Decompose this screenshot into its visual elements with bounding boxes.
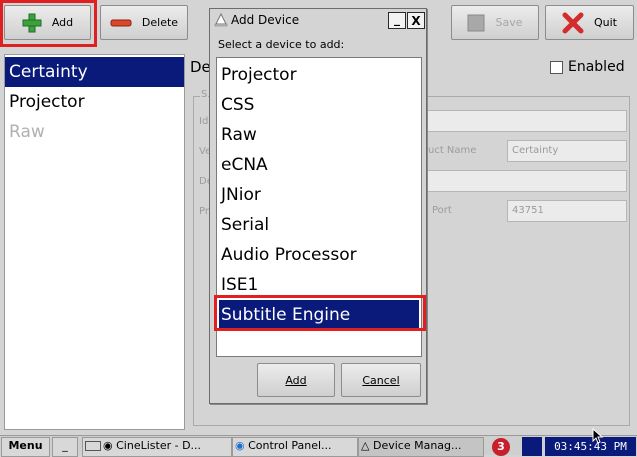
description-field[interactable]	[420, 170, 627, 192]
device-list-item[interactable]: Raw	[5, 117, 184, 147]
minimize-icon: _	[394, 11, 400, 26]
save-icon	[467, 14, 485, 31]
show-desktop-button[interactable]: _	[52, 437, 78, 457]
device-type-item[interactable]: JNior	[219, 180, 419, 210]
protocol-label: Pr	[199, 206, 209, 217]
save-button-label: Save	[495, 16, 523, 29]
enabled-checkbox-wrap[interactable]: Enabled	[550, 59, 625, 75]
task-label: Control Panel...	[248, 439, 332, 452]
add-button-label: Add	[51, 16, 74, 29]
dialog-prompt: Select a device to add:	[218, 38, 345, 51]
device-type-item[interactable]: Audio Processor	[219, 240, 419, 270]
device-list-item[interactable]: Projector	[5, 87, 184, 117]
port-label: Port	[432, 205, 452, 216]
minus-icon	[110, 19, 132, 26]
task-control-panel[interactable]: ◉ Control Panel...	[232, 437, 358, 457]
product-name-field[interactable]: Certainty	[507, 140, 627, 162]
taskbar: Menu _ ◉ CineLister - D... ◉ Control Pan…	[0, 435, 637, 457]
quit-x-icon	[562, 12, 584, 33]
port-field[interactable]: 43751	[507, 200, 627, 222]
mouse-cursor-icon	[592, 428, 604, 444]
enabled-label: Enabled	[568, 59, 625, 75]
product-name-label: uct Name	[428, 145, 477, 156]
delete-button[interactable]: Delete	[100, 5, 188, 40]
enabled-checkbox[interactable]	[550, 60, 563, 74]
task-device-manager[interactable]: △ Device Manag...	[358, 437, 484, 457]
dialog-add-button[interactable]: Add	[257, 363, 335, 397]
save-button[interactable]: Save	[451, 5, 539, 40]
dialog-cancel-label: Cancel	[362, 373, 400, 387]
dialog-cancel-button[interactable]: Cancel	[341, 363, 421, 397]
clock: 03:45:43 PM	[545, 437, 636, 456]
dialog-title: Add Device	[231, 13, 300, 27]
groupbox-title: S	[200, 89, 209, 100]
device-manager-icon: △	[361, 439, 370, 452]
dialog-add-label: Add	[285, 373, 307, 387]
details-heading: De	[190, 58, 211, 76]
close-icon: X	[411, 13, 421, 28]
device-type-item[interactable]: Serial	[219, 210, 419, 240]
menu-button[interactable]: Menu	[1, 437, 50, 457]
keyboard-icon	[85, 441, 101, 451]
device-type-item[interactable]: Raw	[219, 120, 419, 150]
close-button[interactable]: X	[407, 12, 425, 29]
device-list-item[interactable]: Certainty	[5, 57, 184, 87]
notification-badge[interactable]: 3	[492, 438, 510, 456]
task-cinelister[interactable]: ◉ CineLister - D...	[82, 437, 232, 457]
task-label: CineLister - D...	[116, 439, 202, 452]
device-type-item[interactable]: Projector	[219, 60, 419, 90]
quit-button[interactable]: Quit	[545, 5, 634, 40]
device-list[interactable]: Certainty Projector Raw	[4, 54, 185, 430]
selected-item-highlight	[214, 295, 426, 331]
add-device-dialog: Add Device _ X Select a device to add: P…	[209, 8, 427, 404]
control-panel-icon: ◉	[235, 439, 245, 452]
minimize-button[interactable]: _	[388, 12, 406, 29]
film-reel-icon: ◉	[103, 439, 113, 452]
id-field[interactable]	[420, 110, 627, 132]
id-label: Id	[199, 116, 209, 127]
delete-button-label: Delete	[141, 16, 179, 29]
device-type-item[interactable]: CSS	[219, 90, 419, 120]
dialog-app-icon	[214, 12, 228, 27]
task-label: Device Manag...	[372, 439, 462, 452]
device-type-item[interactable]: eCNA	[219, 150, 419, 180]
quit-button-label: Quit	[594, 16, 617, 29]
tray-block	[522, 437, 542, 456]
add-button[interactable]: Add	[4, 5, 91, 40]
plus-icon	[22, 13, 42, 32]
